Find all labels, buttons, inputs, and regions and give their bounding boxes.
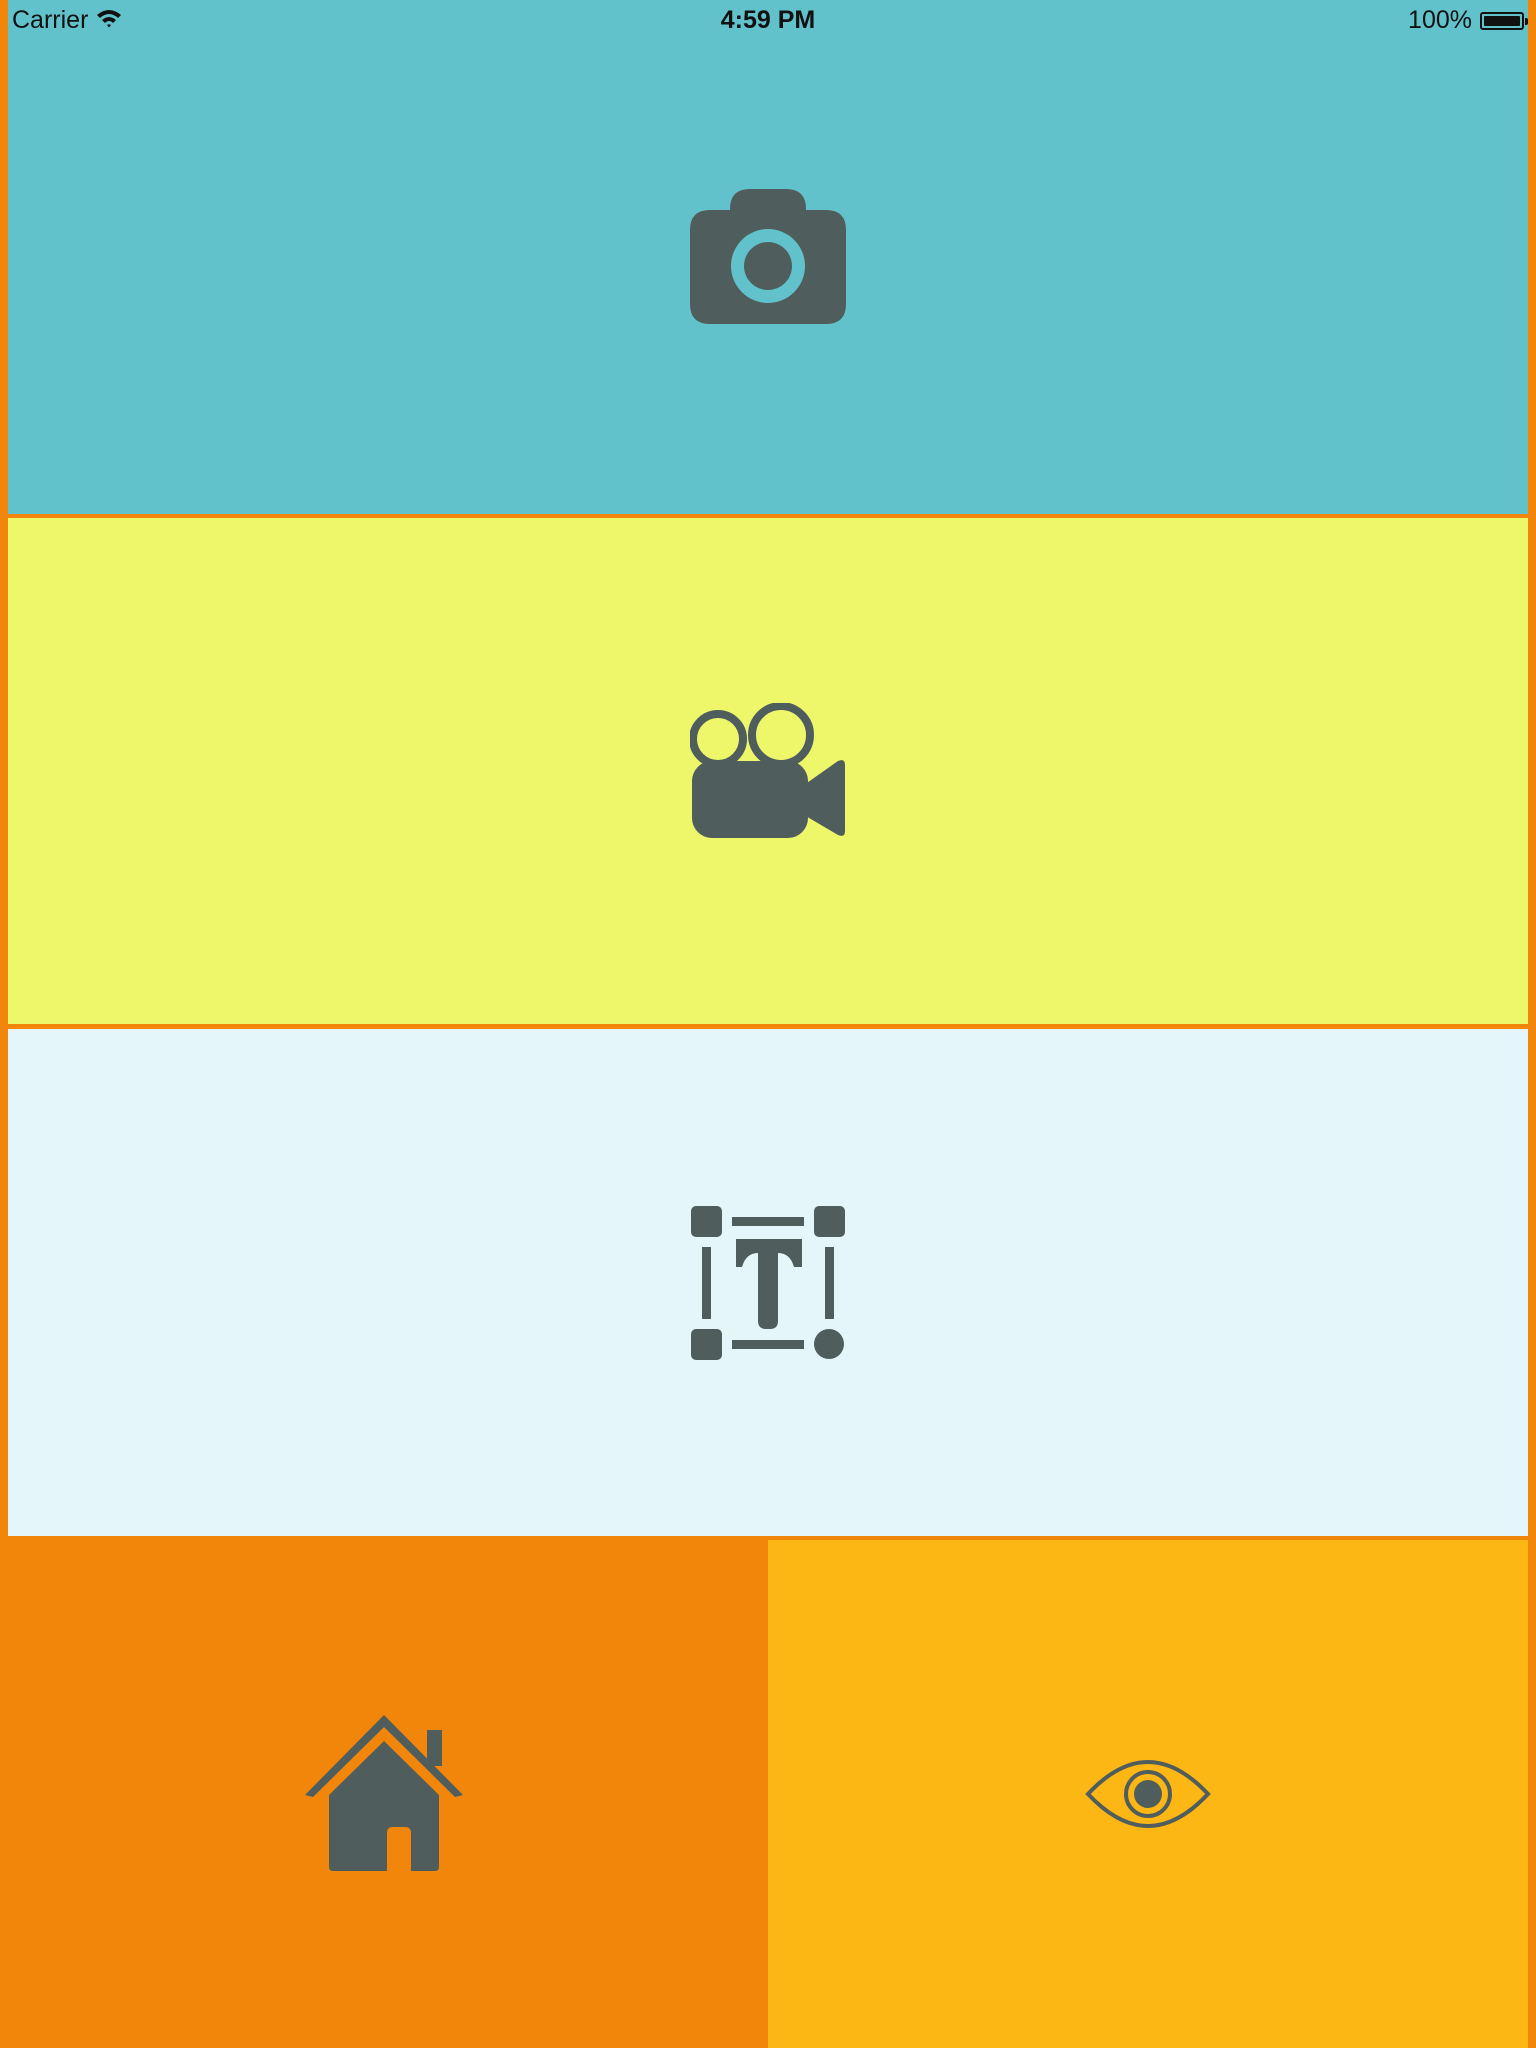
app-screen: Carrier 4:59 PM 100% xyxy=(0,0,1536,2048)
video-camera-icon xyxy=(690,703,846,839)
home-icon xyxy=(305,1713,463,1873)
home-panel[interactable] xyxy=(0,1538,768,2048)
eye-icon xyxy=(1085,1756,1211,1832)
video-panel[interactable] xyxy=(8,518,1528,1024)
status-battery-group: 100% xyxy=(1408,6,1528,35)
text-panel[interactable] xyxy=(8,1029,1528,1536)
status-time: 4:59 PM xyxy=(720,6,816,34)
camera-icon xyxy=(690,189,846,325)
battery-icon xyxy=(1480,11,1528,30)
status-bar: Carrier 4:59 PM 100% xyxy=(0,0,1536,42)
photo-panel[interactable] xyxy=(8,0,1528,514)
text-box-icon xyxy=(690,1205,846,1361)
view-panel[interactable] xyxy=(768,1540,1528,2048)
battery-percent: 100% xyxy=(1408,6,1472,34)
